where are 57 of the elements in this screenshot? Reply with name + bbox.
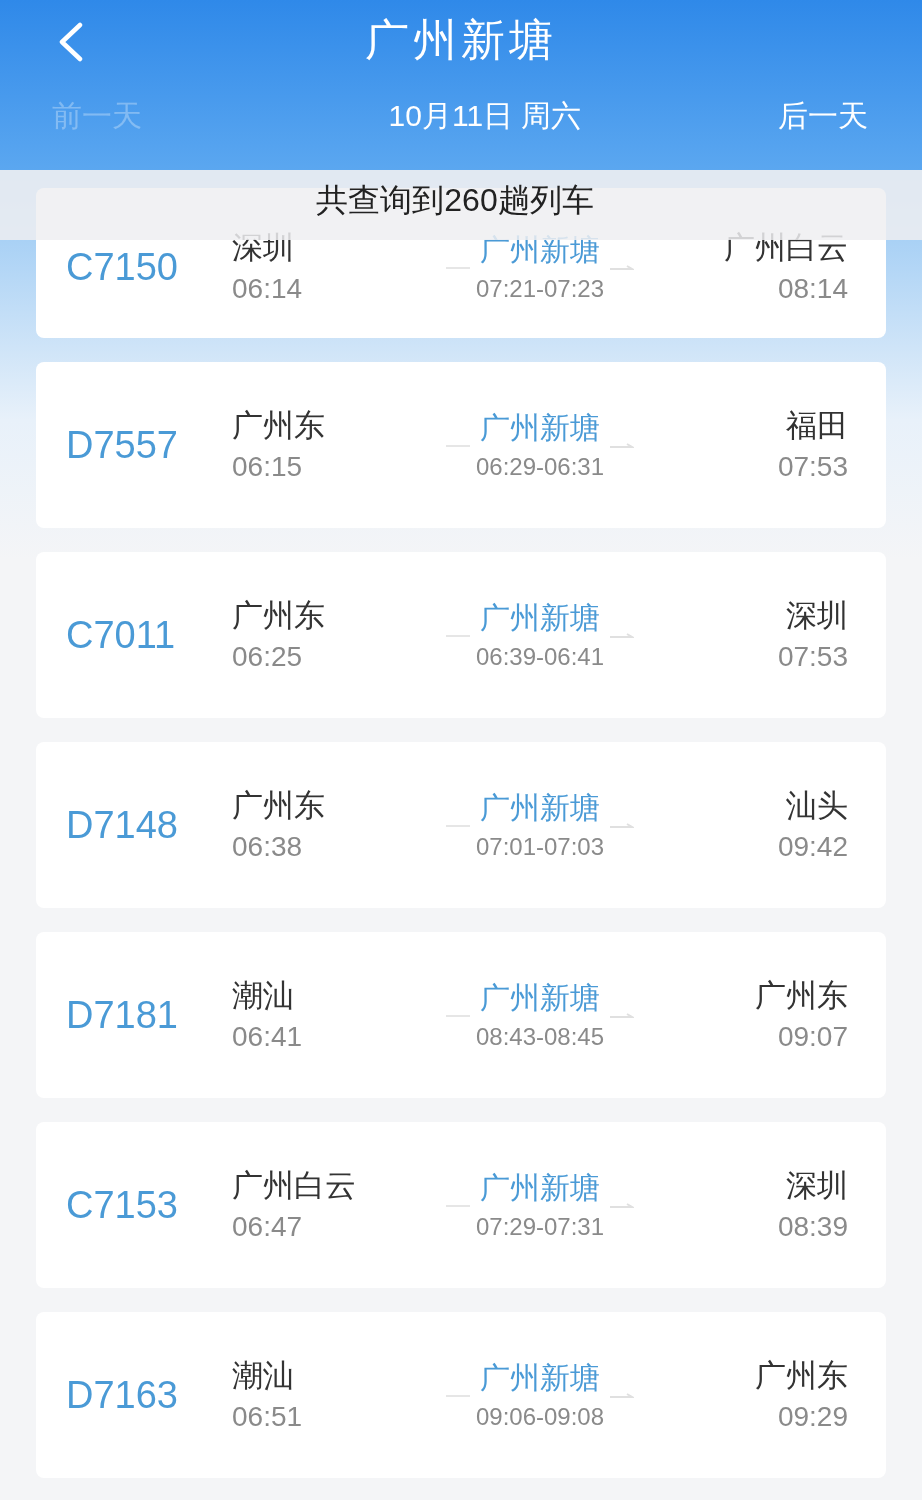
departure-time: 06:15 [232,450,304,484]
train-number: D7181 [66,993,179,1038]
stop-time: 06:29-06:31 [475,452,605,482]
via-station: 广州新塘 [480,232,600,268]
destination-station: 福田 [786,407,848,445]
departure-time: 06:38 [232,830,304,864]
via-station: 广州新塘 [480,410,600,446]
origin-station: 深圳 [232,229,295,267]
page-title: 广州新塘 [365,14,557,66]
train-card[interactable]: D7163 潮汕 06:51 广州新塘 09:06-09:08 广州东 09:29 [36,1312,886,1478]
date-label: 10月11日 周六 [388,98,582,134]
origin-station: 潮汕 [232,1357,295,1395]
stop-time: 07:21-07:23 [475,274,605,304]
destination-station: 广州东 [755,1357,848,1395]
train-number: D7557 [66,423,179,468]
train-card[interactable]: D7148 广州东 06:38 广州新塘 07:01-07:03 汕头 09:42 [36,742,886,908]
arrival-time: 07:53 [777,640,848,674]
origin-station: 广州白云 [232,1167,357,1205]
destination-station: 广州东 [755,977,848,1015]
origin-station: 潮汕 [232,977,295,1015]
train-number: C7011 [66,613,177,658]
origin-station: 广州东 [232,787,326,825]
arrival-time: 09:07 [777,1020,848,1054]
arrival-time: 09:42 [777,830,848,864]
destination-station: 广州白云 [724,229,848,267]
via-station: 广州新塘 [480,600,600,636]
train-number: D7148 [66,803,179,848]
destination-station: 深圳 [786,1167,848,1205]
stop-time: 07:29-07:31 [475,1212,605,1242]
origin-station: 广州东 [232,597,326,635]
destination-station: 汕头 [786,787,848,825]
arrival-time: 08:14 [777,272,848,306]
via-station: 广州新塘 [480,1170,600,1206]
via-station: 广州新塘 [480,980,600,1016]
via-station: 广州新塘 [480,790,600,826]
train-number: C7150 [66,245,179,290]
train-number: D7163 [66,1373,179,1418]
train-number: C7153 [66,1183,179,1228]
train-card[interactable]: D7181 潮汕 06:41 广州新塘 08:43-08:45 广州东 09:07 [36,932,886,1098]
arrival-time: 09:29 [777,1400,848,1434]
stop-time: 09:06-09:08 [475,1402,605,1432]
train-card[interactable]: D7557 广州东 06:15 广州新塘 06:29-06:31 福田 07:53 [36,362,886,528]
stop-time: 06:39-06:41 [475,642,605,672]
destination-station: 深圳 [786,597,848,635]
departure-time: 06:47 [232,1210,304,1244]
stop-time: 08:43-08:45 [475,1022,605,1052]
departure-time: 06:25 [232,640,304,674]
departure-time: 06:41 [232,1020,304,1054]
origin-station: 广州东 [232,407,326,445]
departure-time: 06:51 [232,1400,304,1434]
arrival-time: 07:53 [777,450,848,484]
train-card[interactable]: C7011 广州东 06:25 广州新塘 06:39-06:41 深圳 07:53 [36,552,886,718]
arrival-time: 08:39 [777,1210,848,1244]
train-card[interactable]: C7153 广州白云 06:47 广州新塘 07:29-07:31 深圳 08:39 [36,1122,886,1288]
stop-time: 07:01-07:03 [475,832,605,862]
via-station: 广州新塘 [480,1360,600,1396]
departure-time: 06:14 [232,272,304,306]
